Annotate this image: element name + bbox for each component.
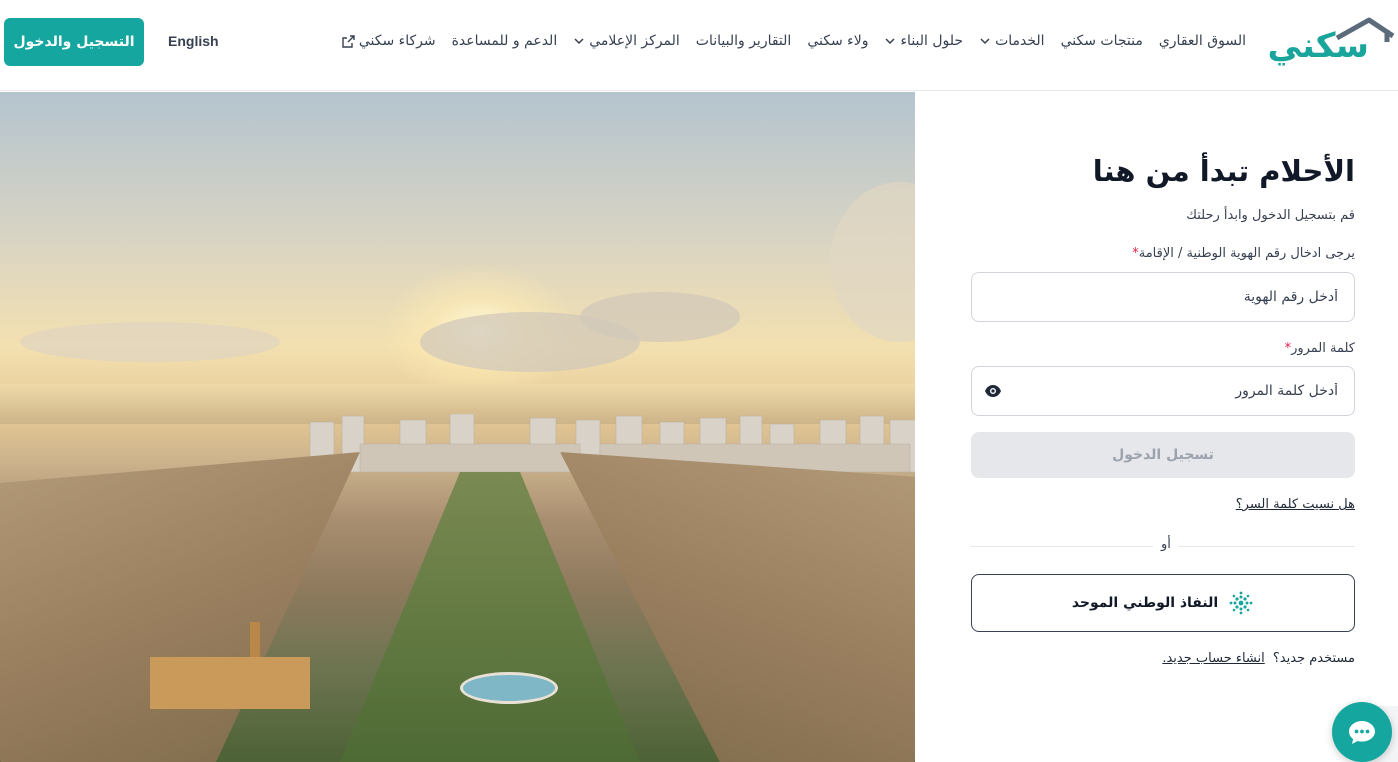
id-label: يرجى ادخال رقم الهوية الوطنية / الإقامة* (1129, 246, 1355, 261)
chevron-down-icon (885, 38, 895, 45)
nav-item-partners[interactable]: شركاء سكني (342, 33, 436, 49)
chat-bubble-icon (1349, 721, 1375, 744)
mosque-building (150, 657, 310, 709)
password-input[interactable] (972, 367, 1354, 415)
nav-item-sakani-products[interactable]: منتجات سكني (1061, 33, 1143, 49)
nav-label: السوق العقاري (1158, 33, 1246, 49)
or-separator: أو (1153, 537, 1179, 552)
chevron-down-icon (574, 38, 584, 45)
nav-item-real-estate-market[interactable]: السوق العقاري (1159, 33, 1246, 49)
cloud (580, 292, 740, 342)
nafath-label: النفاذ الوطني الموحد (1071, 595, 1219, 611)
language-switch[interactable]: English (168, 33, 219, 49)
nafath-fingerprint-icon (1229, 591, 1253, 615)
nav-label: شركاء سكني (358, 33, 436, 49)
chevron-down-icon (980, 38, 990, 45)
nav-item-building-solutions[interactable]: حلول البناء (884, 33, 963, 49)
hero-image (0, 92, 915, 762)
password-label: كلمة المرور* (1282, 341, 1355, 356)
nav-label: الخدمات (995, 33, 1045, 49)
nafath-login-button[interactable]: النفاذ الوطني الموحد (971, 574, 1355, 632)
logo-text: سكني (1267, 26, 1370, 66)
top-header: سكني السوق العقاري منتجات سكني الخدمات ح… (0, 0, 1398, 91)
sakani-logo[interactable]: سكني (1268, 14, 1395, 70)
new-user-text: مستخدم جديد؟ (1272, 651, 1355, 666)
fountain-pool (460, 672, 558, 704)
main-nav: السوق العقاري منتجات سكني الخدمات حلول ا… (342, 30, 1246, 52)
nav-label: المركز الإعلامي (589, 33, 680, 49)
cloud (830, 182, 915, 342)
nav-item-support[interactable]: الدعم و للمساعدة (452, 33, 558, 49)
id-field-wrapper (971, 272, 1355, 322)
forgot-password-link[interactable]: هل نسيت كلمة السر؟ (1236, 497, 1355, 512)
nav-label: حلول البناء (900, 33, 964, 49)
nav-label: التقارير والبيانات (695, 33, 792, 49)
eye-icon[interactable] (984, 384, 1002, 398)
login-title: الأحلام تبدأ من هنا (1092, 154, 1355, 188)
password-label-text: كلمة المرور (1291, 341, 1355, 356)
nav-item-services[interactable]: الخدمات (979, 33, 1045, 49)
cloud (20, 322, 280, 362)
housing-district-left (0, 452, 360, 762)
login-submit-button[interactable]: تسجيل الدخول (971, 432, 1355, 478)
nav-label: منتجات سكني (1060, 33, 1143, 49)
chat-button[interactable] (1332, 702, 1392, 762)
new-user-row: مستخدم جديد؟ انشاء حساب جديد. (1162, 651, 1355, 666)
register-login-button[interactable]: التسجيل والدخول (4, 18, 144, 66)
nav-item-reports[interactable]: التقارير والبيانات (696, 33, 792, 49)
external-link-icon (342, 34, 355, 48)
password-field-wrapper (971, 366, 1355, 416)
national-id-input[interactable] (972, 273, 1354, 321)
nav-item-loyalty[interactable]: ولاء سكني (807, 33, 868, 49)
login-panel: الأحلام تبدأ من هنا قم بتسجيل الدخول واب… (916, 92, 1398, 762)
create-account-link[interactable]: انشاء حساب جديد. (1162, 651, 1264, 666)
login-subtitle: قم بتسجيل الدخول وابدأ رحلتك (1186, 208, 1355, 223)
id-label-text: يرجى ادخال رقم الهوية الوطنية / الإقامة (1138, 246, 1355, 261)
nav-label: ولاء سكني (807, 33, 869, 49)
nav-label: الدعم و للمساعدة (451, 33, 558, 49)
nav-item-media-center[interactable]: المركز الإعلامي (573, 33, 680, 49)
